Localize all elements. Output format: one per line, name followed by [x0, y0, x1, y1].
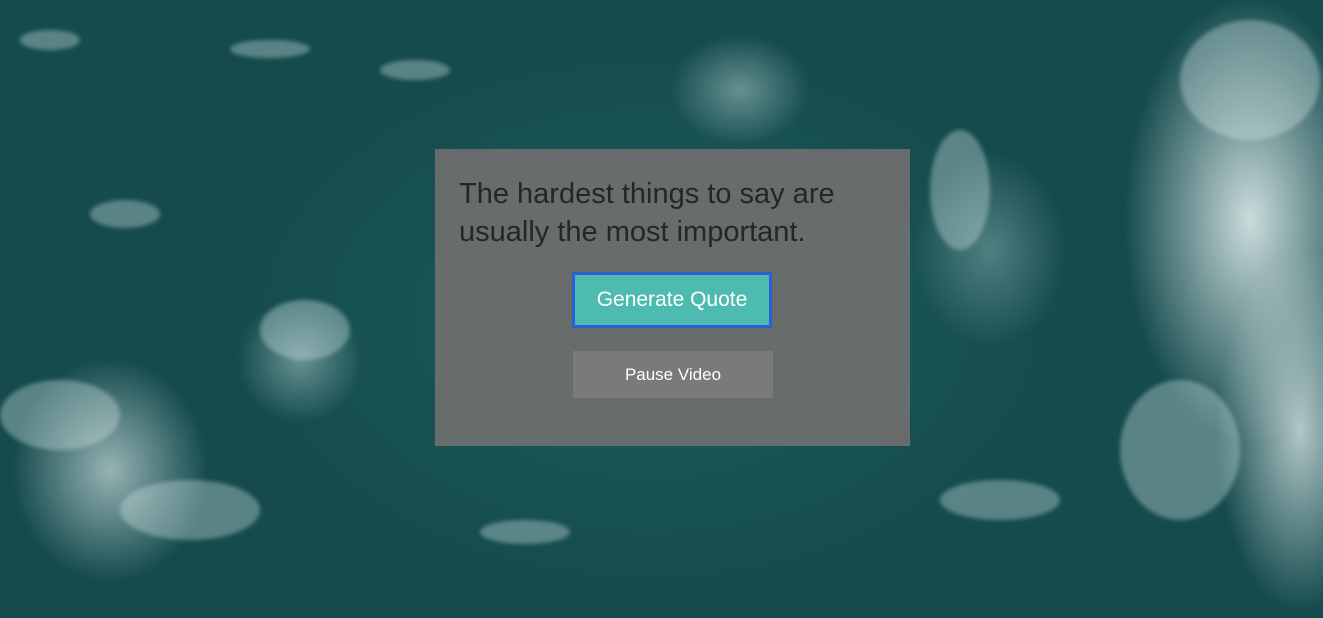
foam-patch [0, 380, 120, 450]
foam-patch [260, 300, 350, 360]
pause-video-button[interactable]: Pause Video [573, 351, 773, 398]
quote-box: The hardest things to say are usually th… [435, 149, 910, 446]
foam-patch [20, 30, 80, 50]
foam-patch [120, 480, 260, 540]
foam-patch [480, 520, 570, 544]
foam-patch [1180, 20, 1320, 140]
generate-quote-button[interactable]: Generate Quote [572, 272, 772, 328]
foam-patch [230, 40, 310, 58]
quote-text: The hardest things to say are usually th… [459, 178, 835, 248]
foam-patch [90, 200, 160, 228]
foam-patch [380, 60, 450, 80]
foam-patch [1120, 380, 1240, 520]
foam-patch [930, 130, 990, 250]
foam-patch [940, 480, 1060, 520]
